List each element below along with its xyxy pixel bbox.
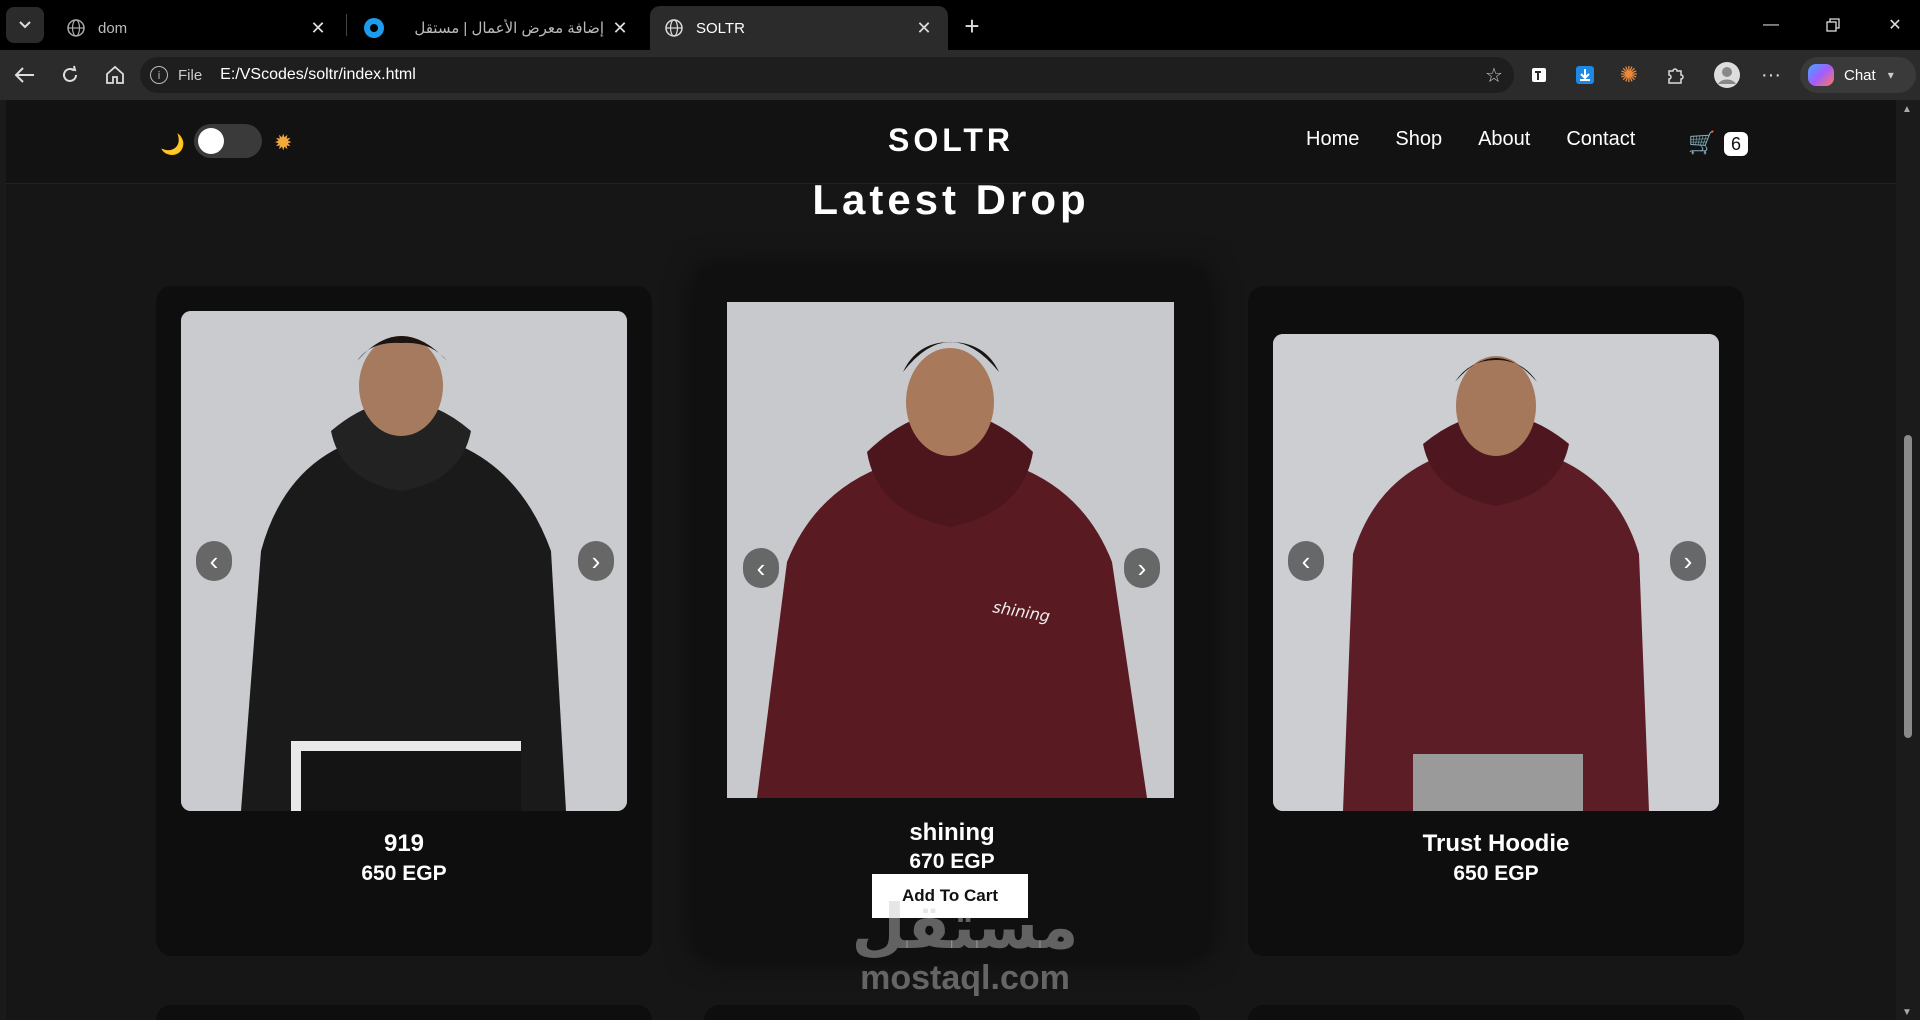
cart-count-badge: 6: [1724, 132, 1748, 156]
product-image[interactable]: [181, 311, 627, 811]
prev-image-arrow[interactable]: ‹: [196, 541, 232, 581]
download-extension-icon[interactable]: [1570, 60, 1600, 90]
tab-title: SOLTR: [696, 19, 745, 37]
reader-extension-icon[interactable]: [1524, 60, 1554, 90]
web-page: 🌙 ✹ SOLTR Home Shop About Contact 🛒 6 La…: [6, 100, 1896, 1020]
nav-contact-link[interactable]: Contact: [1566, 128, 1635, 151]
scroll-up-icon[interactable]: ▲: [1902, 104, 1912, 115]
nav-home-link[interactable]: Home: [1306, 128, 1359, 151]
chevron-down-icon: ▾: [1887, 68, 1894, 82]
nav-shop-link[interactable]: Shop: [1395, 128, 1442, 151]
site-header: 🌙 ✹ SOLTR Home Shop About Contact 🛒 6: [6, 100, 1896, 184]
tab-actions-menu-button[interactable]: [6, 7, 44, 43]
restore-icon[interactable]: [1818, 10, 1848, 40]
chevron-down-icon: [19, 21, 31, 29]
copilot-icon: [1808, 64, 1834, 86]
mostaql-watermark: مستقل mostaql.com: [840, 890, 1090, 998]
mostaql-favicon-icon: [364, 18, 384, 38]
url-scheme: File: [178, 66, 203, 84]
next-image-arrow[interactable]: ›: [578, 541, 614, 581]
back-icon[interactable]: [10, 60, 40, 90]
browser-toolbar: i File E:/VScodes/soltr/index.html ☆ ✺ ·…: [0, 50, 1920, 100]
tab-mostaql[interactable]: إضافة معرض الأعمال | مستقل ✕: [350, 6, 644, 50]
profile-avatar-icon[interactable]: [1712, 60, 1742, 90]
page-scrollbar[interactable]: ▲ ▼: [1896, 100, 1920, 1020]
tab-title: إضافة معرض الأعمال | مستقل: [414, 20, 604, 37]
extensions-puzzle-icon[interactable]: [1660, 60, 1690, 90]
chat-label: Chat: [1844, 66, 1876, 84]
scrollbar-thumb[interactable]: [1904, 435, 1912, 738]
cart-icon[interactable]: 🛒: [1688, 130, 1715, 156]
product-card-partial: [156, 1005, 652, 1020]
section-title: Latest Drop: [812, 176, 1090, 223]
copilot-chat-button[interactable]: Chat ▾: [1800, 57, 1916, 93]
product-name: 919: [383, 830, 425, 857]
refresh-icon[interactable]: [55, 60, 85, 90]
product-card[interactable]: shining ‹ › shining 670 EGP Add To Cart: [696, 268, 1208, 958]
tab-dom[interactable]: dom ✕: [52, 6, 342, 50]
browser-tab-strip: dom ✕ إضافة معرض الأعمال | مستقل ✕ SOLTR…: [0, 0, 1920, 50]
product-price: 650 EGP: [1453, 862, 1539, 885]
close-tab-icon[interactable]: ✕: [308, 18, 328, 38]
product-card[interactable]: ‹ › 919 650 EGP: [156, 286, 652, 956]
home-icon[interactable]: [100, 60, 130, 90]
prev-image-arrow[interactable]: ‹: [1288, 541, 1324, 581]
next-image-arrow[interactable]: ›: [1124, 548, 1160, 588]
url-text[interactable]: E:/VScodes/soltr/index.html: [220, 66, 416, 84]
product-name: Trust Hoodie: [1422, 830, 1570, 857]
product-image[interactable]: [1273, 334, 1719, 811]
globe-icon: [67, 19, 85, 37]
tab-divider: [346, 14, 347, 36]
favorite-star-icon[interactable]: ☆: [1482, 63, 1506, 87]
product-image[interactable]: shining: [727, 302, 1174, 798]
next-image-arrow[interactable]: ›: [1670, 541, 1706, 581]
new-tab-button[interactable]: +: [958, 11, 986, 41]
more-options-icon[interactable]: ···: [1756, 60, 1786, 90]
site-info-icon[interactable]: i: [150, 66, 168, 84]
product-card-partial: [704, 1005, 1200, 1020]
watermark-latin: mostaql.com: [860, 959, 1070, 997]
nav-about-link[interactable]: About: [1478, 128, 1530, 151]
close-tab-icon[interactable]: ✕: [610, 18, 630, 38]
tab-soltr[interactable]: SOLTR ✕: [650, 6, 948, 50]
product-card[interactable]: ‹ › Trust Hoodie 650 EGP: [1248, 286, 1744, 956]
minimize-icon[interactable]: —: [1756, 10, 1786, 40]
address-bar[interactable]: i File E:/VScodes/soltr/index.html ☆: [140, 57, 1514, 93]
globe-icon: [665, 19, 683, 37]
tab-title: dom: [98, 19, 128, 37]
sparkle-extension-icon[interactable]: ✺: [1614, 60, 1644, 90]
scroll-down-icon[interactable]: ▼: [1902, 1007, 1912, 1018]
prev-image-arrow[interactable]: ‹: [743, 548, 779, 588]
site-nav: Home Shop About Contact: [1306, 128, 1635, 151]
product-card-partial: [1248, 1005, 1744, 1020]
product-price: 650 EGP: [361, 862, 447, 885]
product-price: 670 EGP: [909, 850, 995, 873]
watermark-arabic: مستقل: [851, 890, 1079, 963]
close-tab-icon[interactable]: ✕: [914, 18, 934, 38]
product-name: shining: [909, 819, 995, 846]
close-window-icon[interactable]: ✕: [1880, 10, 1910, 40]
page-viewport: 🌙 ✹ SOLTR Home Shop About Contact 🛒 6 La…: [0, 100, 1920, 1020]
